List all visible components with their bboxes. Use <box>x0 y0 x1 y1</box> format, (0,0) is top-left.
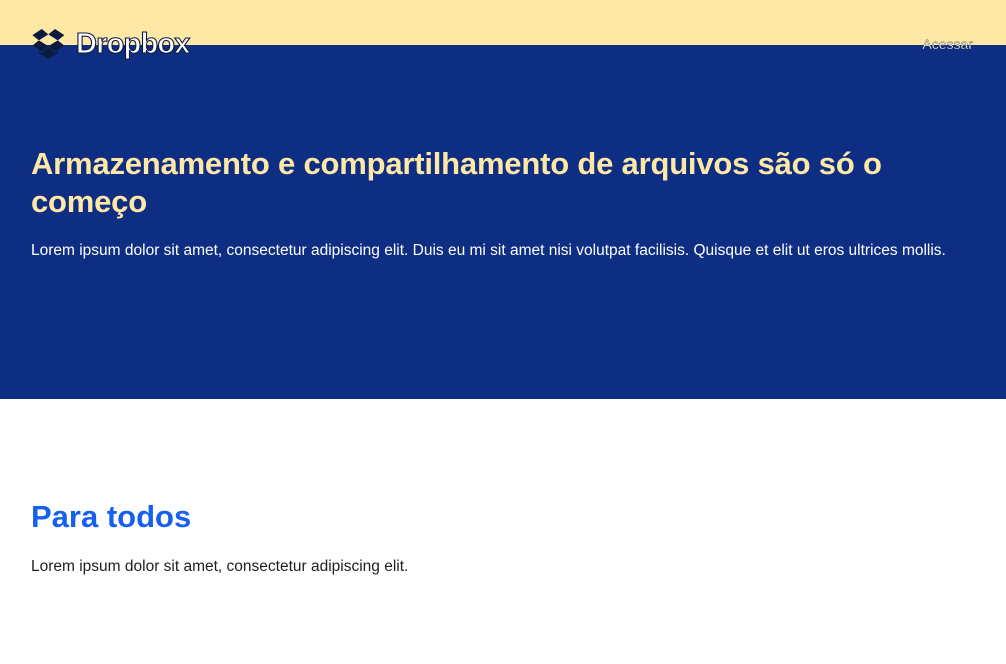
section-title: Para todos <box>31 499 192 534</box>
hero-description: Lorem ipsum dolor sit amet, consectetur … <box>31 242 946 259</box>
login-link[interactable]: Acessar <box>922 36 973 52</box>
section-description: Lorem ipsum dolor sit amet, consectetur … <box>31 558 409 575</box>
brand-logo-link[interactable]: Dropbox <box>31 27 191 60</box>
hero-section <box>0 45 1006 399</box>
dropbox-box-icon <box>32 29 65 59</box>
brand-name: Dropbox <box>75 27 191 60</box>
page: Dropbox Acessar Armazenamento e comparti… <box>0 0 1006 664</box>
hero-title: Armazenamento e compartilhamento de arqu… <box>31 146 882 219</box>
